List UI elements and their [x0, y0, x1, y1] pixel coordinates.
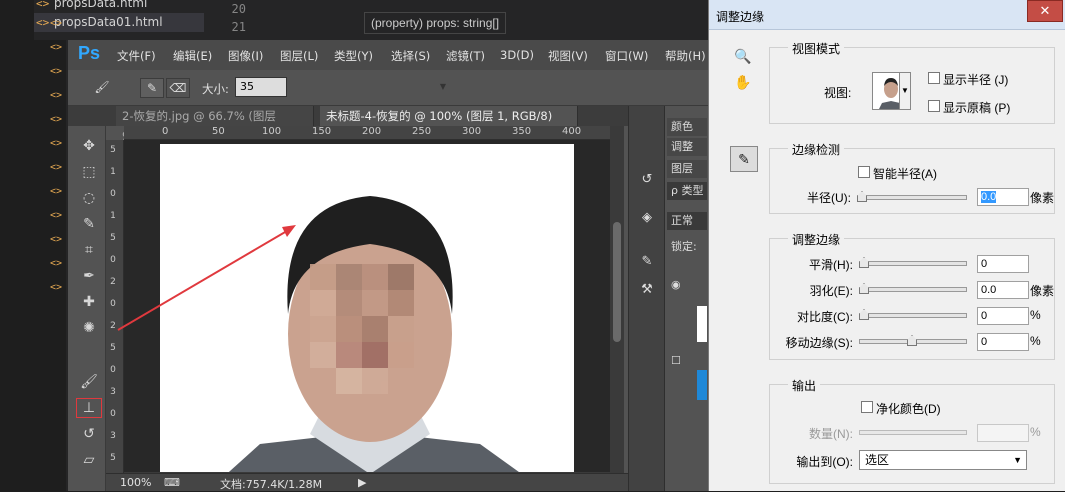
view-label: 视图:	[824, 86, 852, 100]
amount-input[interactable]	[977, 424, 1029, 442]
dialog-titlebar: 调整边缘 ✕	[709, 0, 1065, 30]
radius-unit: 像素	[1030, 191, 1055, 205]
contrast-label: 对比度(C):	[797, 310, 853, 324]
close-button[interactable]: ✕	[1027, 0, 1063, 22]
feather-value: 0.0	[981, 284, 997, 296]
feather-input[interactable]: 0.0	[977, 281, 1029, 299]
show-radius-checkbox[interactable]	[928, 72, 940, 84]
show-original-checkbox[interactable]	[928, 100, 940, 112]
decontaminate-checkbox[interactable]	[861, 401, 873, 413]
show-original-label: 显示原稿 (P)	[943, 101, 1011, 115]
contrast-unit: %	[1030, 308, 1041, 322]
dialog-title: 调整边缘	[716, 10, 765, 24]
decontaminate-label: 净化颜色(D)	[876, 402, 941, 416]
feather-slider[interactable]	[859, 283, 967, 294]
shift-edge-label: 移动边缘(S):	[785, 336, 853, 350]
view-mode-group: 视图模式	[769, 40, 1055, 124]
chevron-down-icon[interactable]: ▼	[899, 72, 911, 110]
group-title: 调整边缘	[788, 231, 845, 248]
contrast-input[interactable]: 0	[977, 307, 1029, 325]
amount-label: 数量(N):	[809, 427, 853, 441]
chevron-down-icon: ▼	[1013, 455, 1022, 465]
contrast-value: 0	[981, 310, 988, 322]
smooth-value: 0	[981, 258, 988, 270]
output-to-value: 选区	[865, 453, 890, 467]
group-title: 视图模式	[788, 40, 845, 57]
zoom-icon[interactable]: 🔍	[734, 48, 751, 65]
contrast-slider[interactable]	[859, 309, 967, 320]
group-title: 边缘检测	[788, 141, 845, 158]
refine-radius-tool-icon[interactable]: ✎	[730, 146, 758, 172]
smooth-label: 平滑(H):	[809, 258, 853, 272]
output-to-select[interactable]: 选区 ▼	[859, 450, 1027, 470]
shift-edge-slider[interactable]	[859, 335, 967, 346]
radius-input[interactable]: 0.0	[977, 188, 1029, 206]
amount-slider[interactable]	[859, 430, 967, 435]
amount-unit: %	[1030, 425, 1041, 439]
shift-edge-unit: %	[1030, 334, 1041, 348]
shift-edge-input[interactable]: 0	[977, 333, 1029, 351]
radius-slider[interactable]	[857, 191, 967, 202]
radius-label: 半径(U):	[807, 191, 851, 205]
feather-unit: 像素	[1030, 284, 1055, 298]
output-to-label: 输出到(O):	[796, 455, 853, 469]
smart-radius-checkbox[interactable]	[858, 166, 870, 178]
smart-radius-label: 智能半径(A)	[873, 167, 937, 181]
hand-icon[interactable]: ✋	[734, 74, 751, 91]
radius-value: 0.0	[981, 191, 997, 203]
refine-edge-dialog: 调整边缘 ✕ 🔍 ✋ ✎ 视图模式 视图: ▼ 显示半径 (J) 显示原稿 (P…	[708, 0, 1065, 491]
smooth-input[interactable]: 0	[977, 255, 1029, 273]
annotation-arrow	[117, 225, 296, 331]
shift-edge-value: 0	[981, 336, 988, 348]
feather-label: 羽化(E):	[809, 284, 853, 298]
group-title: 输出	[788, 377, 821, 394]
show-radius-label: 显示半径 (J)	[943, 73, 1009, 87]
smooth-slider[interactable]	[859, 257, 967, 268]
